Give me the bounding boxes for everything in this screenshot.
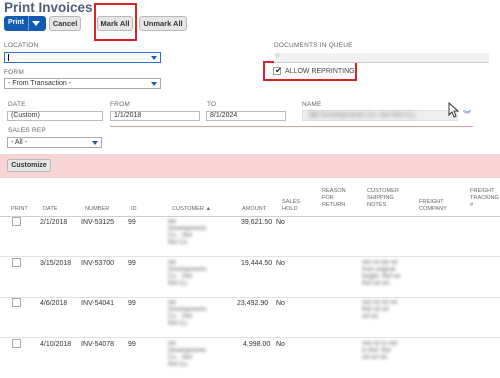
row-id: 99 [128,260,136,267]
table-header-divider [0,216,500,217]
from-label: FROM [110,101,130,108]
row-id: 99 [128,219,136,226]
documents-in-queue-value: 0 [276,54,280,60]
column-header-sales-hold[interactable]: SALES HOLD [282,199,300,213]
row-number[interactable]: INV-53700 [81,260,114,267]
allow-reprinting-checkbox[interactable]: ✔ [273,66,282,75]
mouse-cursor-icon [448,102,460,118]
chevron-down-icon[interactable] [32,21,40,26]
column-header-customer[interactable]: CUSTOMER ▲ [172,206,211,213]
row-id: 99 [128,341,136,348]
column-header-reason-for-return[interactable]: REASON FOR RETURN [322,188,346,209]
column-header-amount[interactable]: AMOUNT [242,206,266,213]
checkmark-icon: ✔ [275,66,282,75]
filter-divider [110,126,473,127]
row-shipping-notes: Ref ref to Ref to Ref. Ref ref ref ref. [362,341,398,361]
row-print-checkbox[interactable] [12,217,21,226]
to-label: TO [207,101,217,108]
date-label: DATE [8,101,26,108]
row-date: 4/6/2018 [40,300,68,307]
row-divider [0,337,500,338]
column-header-shipping-notes[interactable]: CUSTOMER SHIPPING NOTES [367,188,399,209]
print-button[interactable]: Print [4,16,46,31]
text-caret [8,54,9,61]
column-header-number[interactable]: NUMBER [85,206,109,213]
unmark-all-button[interactable]: Unmark All [139,16,187,31]
double-chevron-down-icon[interactable]: ︾ [463,111,471,119]
row-customer: BB Developments Co. - Ref Ref Co. [168,300,207,327]
from-date-field[interactable]: 1/1/2018 [110,111,200,121]
row-sales-hold: No [276,260,285,267]
column-header-print[interactable]: PRINT [11,206,28,213]
row-sales-hold: No [276,341,285,348]
row-number[interactable]: INV-53125 [81,219,114,226]
row-divider [0,256,500,257]
row-sales-hold: No [276,219,285,226]
name-field[interactable]: BB Developments Co. Ref Ref Co. [302,110,458,121]
row-shipping-notes: Ref ref ref ref Ref ref ref ref ref. [362,300,398,320]
form-select[interactable]: - From Transaction - [4,78,161,89]
print-button-divider [28,16,29,31]
row-customer: BB Developments Co. - Ref Ref Co. [168,260,207,287]
column-header-freight-tracking[interactable]: FREIGHT TRACKING # [470,188,499,209]
to-date-field[interactable]: 8/1/2024 [206,111,286,121]
row-print-checkbox[interactable] [12,298,21,307]
row-divider [0,297,500,298]
date-field[interactable]: (Custom) [7,111,103,121]
form-label: FORM [4,69,24,76]
row-number[interactable]: INV-54078 [81,341,114,348]
location-select[interactable] [4,52,161,63]
row-amount: 4,998.00 [243,341,271,348]
chevron-down-icon [151,82,157,86]
row-date: 2/1/2018 [40,219,68,226]
chevron-down-icon [151,56,157,60]
print-button-label: Print [8,19,24,26]
column-header-freight-company[interactable]: FREIGHT COMPANY [419,199,447,213]
customize-button[interactable]: Customize [7,159,51,172]
row-amount: 39,621.50 [241,219,273,226]
highlight-box-mark-all [94,3,137,41]
sales-rep-value: - All - [11,139,27,146]
location-label: LOCATION [4,42,39,49]
row-print-checkbox[interactable] [12,339,21,348]
list-toolbar [0,154,500,178]
row-date: 3/15/2018 [40,260,72,267]
row-sales-hold: No [276,300,285,307]
column-header-id[interactable]: ID [131,206,137,213]
name-value: BB Developments Co. Ref Ref Co. [309,112,417,119]
sales-rep-label: SALES REP [8,127,46,134]
cancel-button[interactable]: Cancel [49,16,81,31]
column-header-date[interactable]: DATE [43,206,58,213]
row-print-checkbox[interactable] [12,258,21,267]
row-amount: 19,444.50 [241,260,273,267]
row-number[interactable]: INV-54041 [81,300,114,307]
row-customer: BB Developments Co. - Ref Ref Co. [168,341,207,368]
page-title: Print Invoices [4,0,93,15]
row-shipping-notes: Ref on file ref from original freight. R… [362,260,401,287]
row-id: 99 [128,300,136,307]
documents-in-queue-field: 0 [274,53,489,63]
row-customer: BB Developments Co. - Ref Ref Co. [168,219,207,246]
name-label: NAME [302,101,322,108]
documents-in-queue-label: DOCUMENTS IN QUEUE [274,42,353,49]
form-value: - From Transaction - [8,80,72,87]
sales-rep-select[interactable]: - All - [7,137,102,148]
row-amount: 23,492.90 [237,300,269,307]
allow-reprinting-label: ALLOW REPRINTING [285,68,355,75]
chevron-down-icon [92,141,98,145]
row-date: 4/10/2018 [40,341,72,348]
